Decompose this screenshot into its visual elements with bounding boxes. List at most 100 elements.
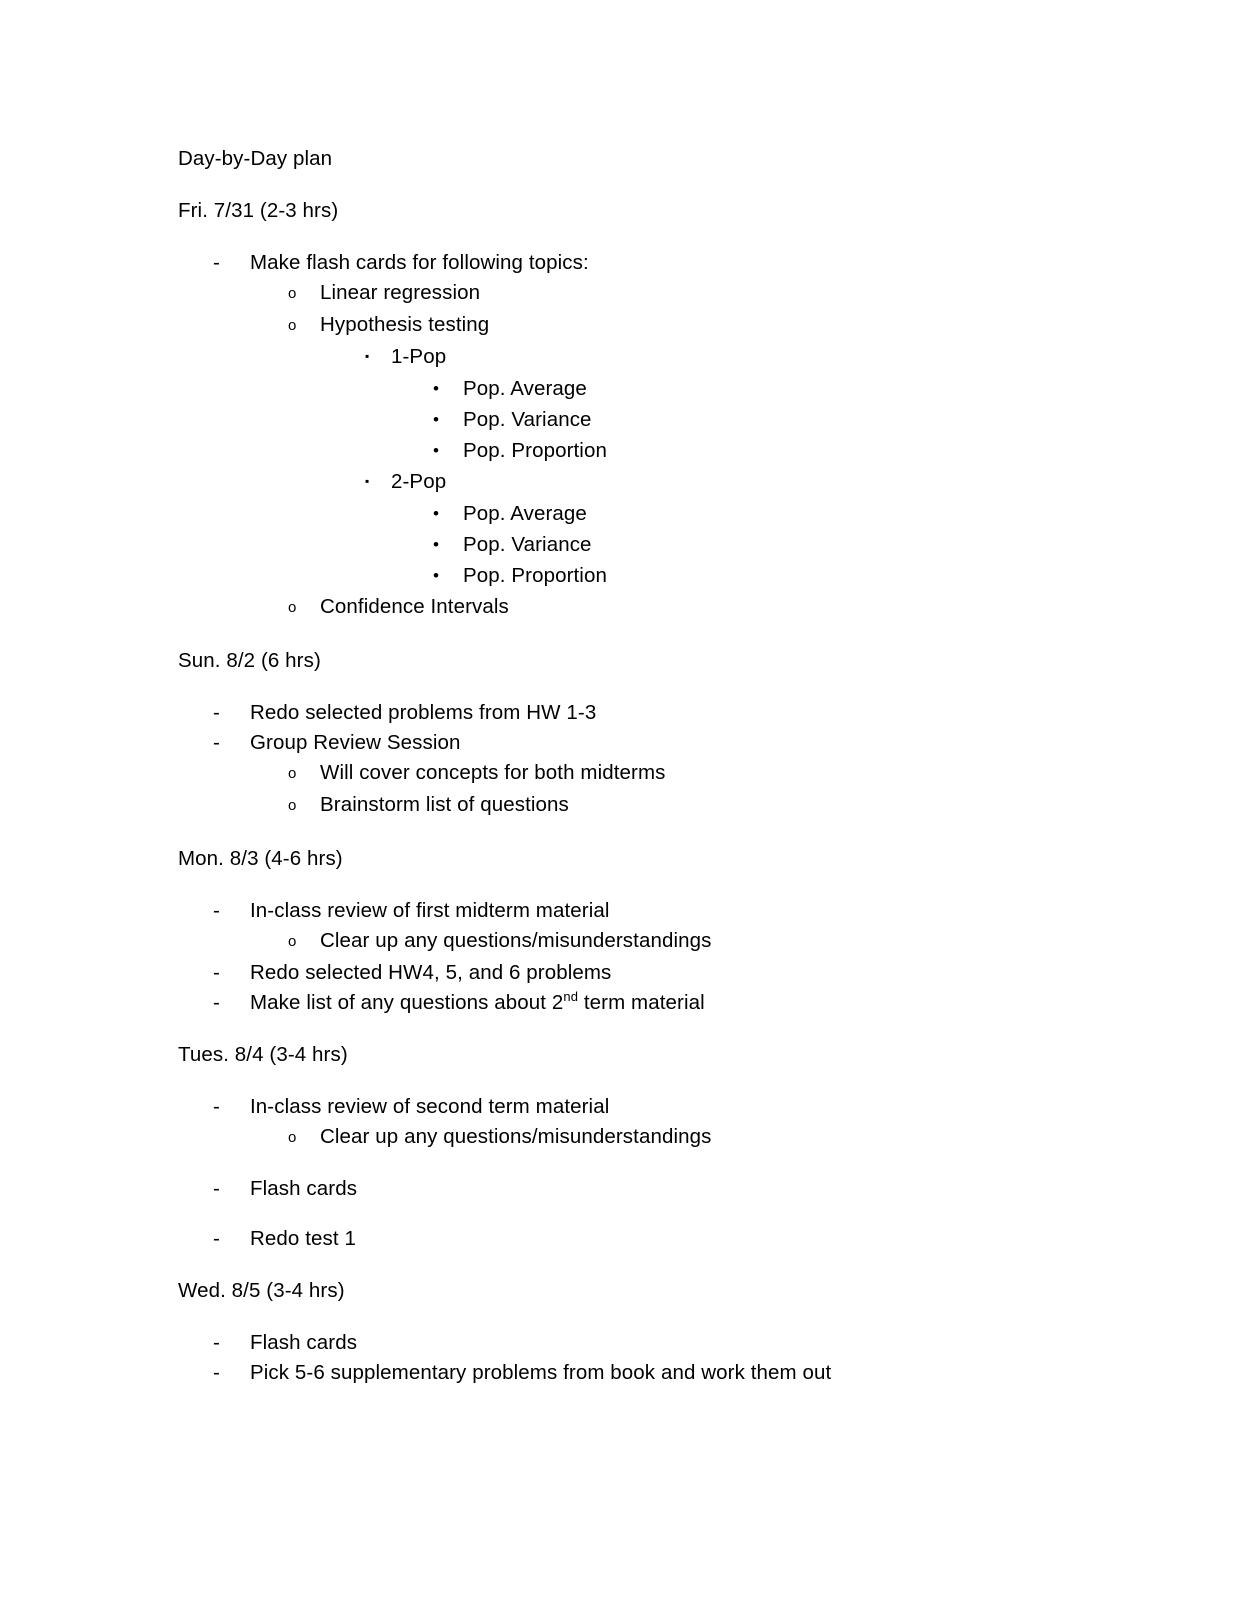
list-item: • Pop. Average (178, 374, 1138, 405)
list-item-label: Pop. Average (463, 377, 587, 400)
bullet-level1-icon: - (213, 701, 220, 724)
heading-spacer (178, 1070, 1138, 1092)
bullet-level1-icon: - (213, 1095, 220, 1118)
bullet-level2-icon: o (288, 797, 297, 814)
list-item-label: Flash cards (250, 1331, 358, 1354)
list-item: - Redo selected HW4, 5, and 6 problems (178, 958, 1138, 988)
day-heading: Tues. 8/4 (3-4 hrs) (178, 1043, 348, 1066)
heading-spacer (178, 676, 1138, 698)
list-item: - Group Review Session (178, 728, 1138, 758)
list-item: o Clear up any questions/misunderstanding… (178, 926, 1138, 958)
list-item: o Linear regression (178, 278, 1138, 310)
list-item: • Pop. Average (178, 499, 1138, 530)
bullet-level4-icon: • (433, 504, 440, 523)
list-item: o Hypothesis testing (178, 310, 1138, 342)
list-item-label: Hypothesis testing (320, 313, 490, 336)
list-item: - Redo selected problems from HW 1-3 (178, 698, 1138, 728)
list-item-label: 1-Pop (391, 345, 447, 368)
list-item-label: Pop. Proportion (463, 564, 607, 587)
list-item-label: Linear regression (320, 281, 481, 304)
day-heading: Sun. 8/2 (6 hrs) (178, 649, 321, 672)
bullet-level3-icon: ▪ (365, 349, 370, 363)
list-item: o Clear up any questions/misunderstanding… (178, 1122, 1138, 1154)
list-item: • Pop. Proportion (178, 561, 1138, 592)
item-spacer (178, 1154, 1138, 1174)
item-spacer (178, 1204, 1138, 1224)
bullet-level1-icon: - (213, 251, 220, 274)
list-item-label: Clear up any questions/misunderstandings (320, 1125, 712, 1148)
list-item-label: Clear up any questions/misunderstandings (320, 929, 712, 952)
bullet-level1-icon: - (213, 1361, 220, 1384)
list-item-label: Confidence Intervals (320, 595, 509, 618)
list-item-label: Redo selected HW4, 5, and 6 problems (250, 961, 612, 984)
title-spacer (178, 174, 1138, 196)
bullet-level2-icon: o (288, 599, 297, 616)
list-item-label: Brainstorm list of questions (320, 793, 569, 816)
list-item: - Make flash cards for following topics: (178, 248, 1138, 278)
list-item: o Will cover concepts for both midterms (178, 758, 1138, 790)
bullet-level1-icon: - (213, 1177, 220, 1200)
bullet-level3-icon: ▪ (365, 474, 370, 488)
list-item-label: Group Review Session (250, 731, 461, 754)
list-item: - Redo test 1 (178, 1224, 1138, 1254)
bullet-level1-icon: - (213, 899, 220, 922)
bullet-level1-icon: - (213, 991, 220, 1014)
sections-container: Fri. 7/31 (2-3 hrs) - Make flash cards for… (178, 196, 1138, 1410)
bullet-level1-icon: - (213, 1331, 220, 1354)
list-item: o Brainstorm list of questions (178, 790, 1138, 822)
list-item-label: 2-Pop (391, 470, 447, 493)
day-heading: Wed. 8/5 (3-4 hrs) (178, 1279, 345, 1302)
day-heading: Fri. 7/31 (2-3 hrs) (178, 199, 339, 222)
list-item: - Pick 5-6 supplementary problems from bo… (178, 1358, 1138, 1388)
list-item: • Pop. Variance (178, 405, 1138, 436)
bullet-level2-icon: o (288, 765, 297, 782)
list-item-label: In-class review of first midterm materia… (250, 899, 610, 922)
bullet-level1-icon: - (213, 1227, 220, 1250)
bullet-level1-icon: - (213, 961, 220, 984)
list-item-label: Make flash cards for following topics: (250, 251, 589, 274)
list-item-label: Pop. Average (463, 502, 587, 525)
bullet-level2-icon: o (288, 317, 297, 334)
list-item-label: Flash cards (250, 1177, 358, 1200)
list-item: - Flash cards (178, 1328, 1138, 1358)
bullet-level4-icon: • (433, 535, 440, 554)
list-item-label: Pop. Variance (463, 408, 592, 431)
document-page: Day-by-Day plan Fri. 7/31 (2-3 hrs) - Make… (0, 0, 1236, 1600)
list-item-label: Redo selected problems from HW 1-3 (250, 701, 597, 724)
list-item: - Flash cards (178, 1174, 1138, 1204)
list-item-text-post: term material (578, 991, 705, 1014)
ordinal-superscript: nd (563, 989, 579, 1005)
list-item: ▪ 2-Pop (178, 467, 1138, 499)
bullet-level1-icon: - (213, 731, 220, 754)
list-item-label: Redo test 1 (250, 1227, 356, 1250)
list-item: - In-class review of second term material (178, 1092, 1138, 1122)
page-title: Day-by-Day plan (178, 147, 333, 170)
document-body: Day-by-Day plan Fri. 7/31 (2-3 hrs) - Make… (178, 144, 1138, 1410)
list-item-label: Pick 5-6 supplementary problems from boo… (250, 1361, 832, 1384)
bullet-level4-icon: • (433, 566, 440, 585)
list-item: • Pop. Proportion (178, 436, 1138, 467)
list-item-label: Pop. Proportion (463, 439, 607, 462)
bullet-level2-icon: o (288, 1129, 297, 1146)
list-item-label: Will cover concepts for both midterms (320, 761, 666, 784)
list-item: o Confidence Intervals (178, 592, 1138, 624)
list-item: • Pop. Variance (178, 530, 1138, 561)
heading-spacer (178, 226, 1138, 248)
list-item-label: In-class review of second term material (250, 1095, 610, 1118)
list-item: ▪ 1-Pop (178, 342, 1138, 374)
list-item: - Make list of any questions about 2nd te… (178, 988, 1138, 1018)
list-item-label: Pop. Variance (463, 533, 592, 556)
list-item-label: Make list of any questions about 2nd ter… (250, 988, 705, 1018)
bullet-level2-icon: o (288, 933, 297, 950)
heading-spacer (178, 1306, 1138, 1328)
bullet-level4-icon: • (433, 441, 440, 460)
list-item-text-pre: Make list of any questions about 2 (250, 991, 564, 1014)
bullet-level4-icon: • (433, 410, 440, 429)
day-heading: Mon. 8/3 (4-6 hrs) (178, 847, 343, 870)
list-item: - In-class review of first midterm materi… (178, 896, 1138, 926)
